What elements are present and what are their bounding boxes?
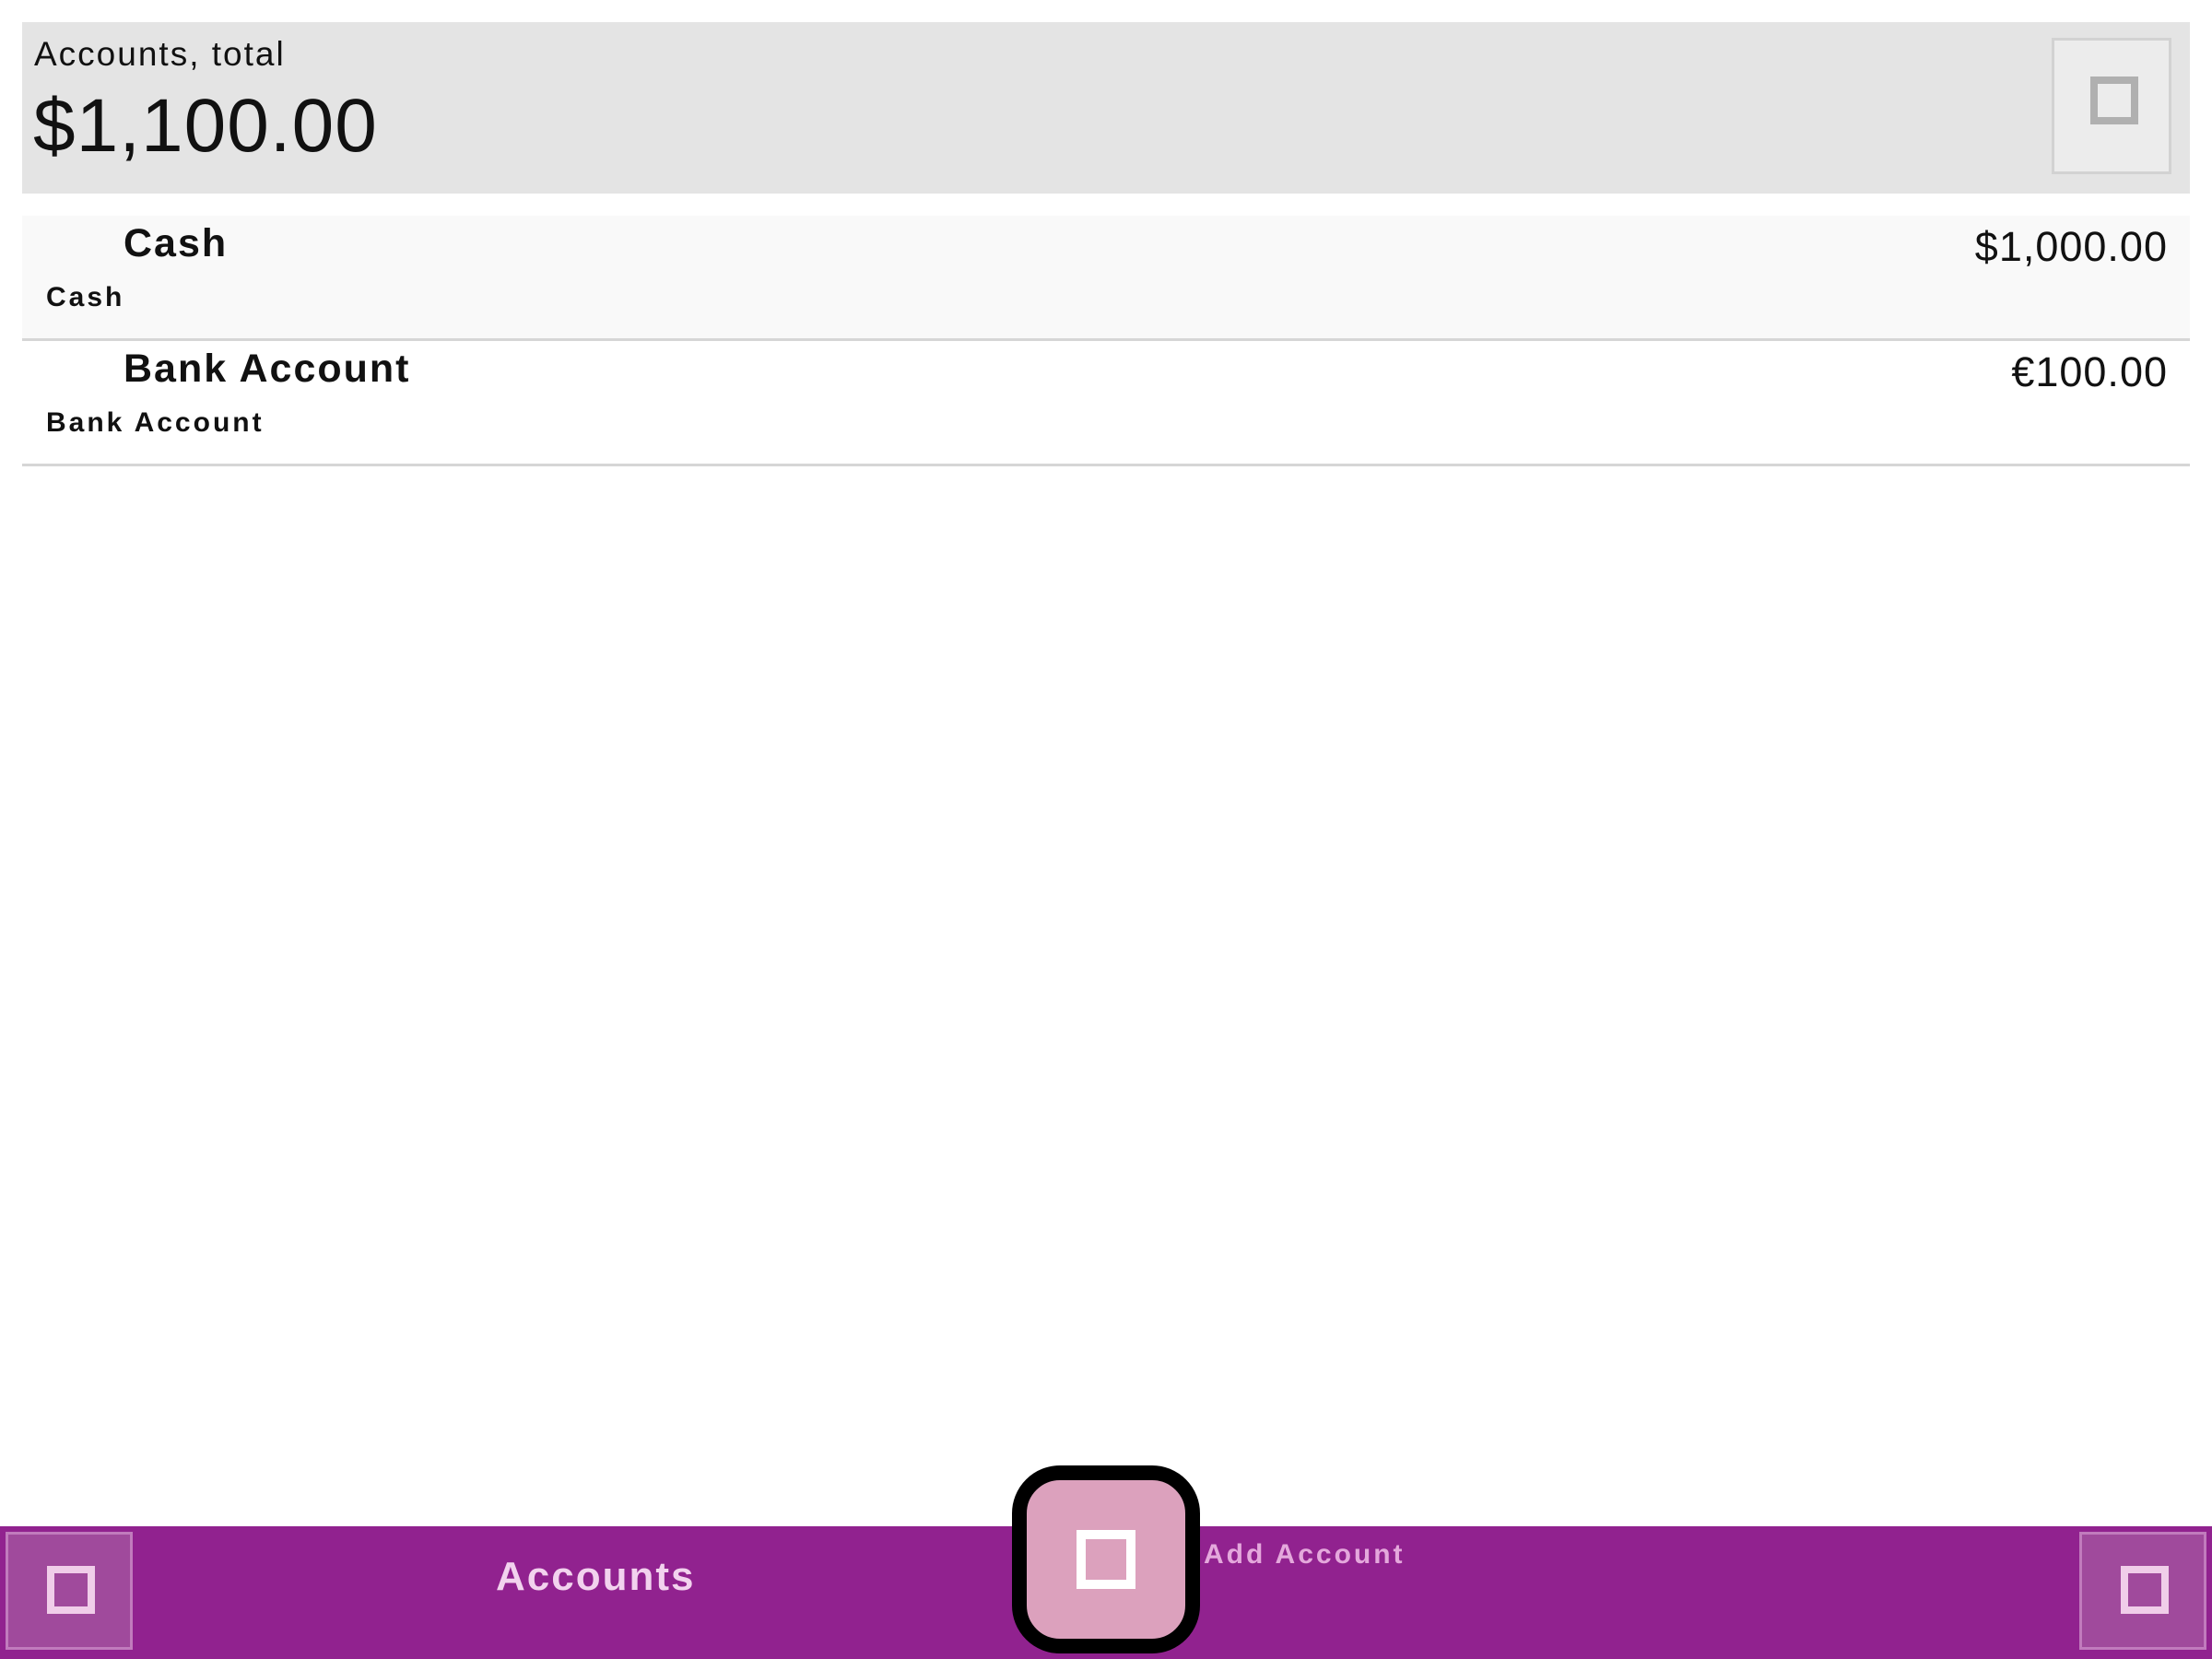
screen-title: Accounts: [496, 1554, 696, 1599]
account-name: Bank Account: [124, 347, 411, 391]
accounts-screen: Accounts, total $1,100.00 Cash Cash $1,0…: [0, 0, 2212, 1659]
account-type: Bank Account: [46, 407, 265, 438]
summary-label: Accounts, total: [34, 35, 286, 73]
account-list: Cash Cash $1,000.00 Bank Account Bank Ac…: [22, 216, 2190, 466]
add-icon: [1077, 1530, 1135, 1589]
add-account-button[interactable]: [1012, 1465, 1200, 1653]
account-type: Cash: [46, 282, 125, 312]
account-name: Cash: [124, 221, 229, 265]
summary-action-button[interactable]: [2052, 38, 2171, 174]
account-row-bank-account[interactable]: Bank Account Bank Account €100.00: [22, 341, 2190, 466]
account-balance: €100.00: [2011, 348, 2168, 395]
options-icon: [2121, 1566, 2169, 1614]
add-account-label[interactable]: Add Account: [1204, 1539, 1406, 1571]
options-button[interactable]: [2079, 1532, 2206, 1650]
menu-button[interactable]: [6, 1532, 133, 1650]
account-row-cash[interactable]: Cash Cash $1,000.00: [22, 216, 2190, 341]
account-balance: $1,000.00: [1974, 223, 2168, 270]
square-icon: [2090, 76, 2138, 124]
summary-total-amount: $1,100.00: [33, 84, 378, 168]
accounts-summary-card: Accounts, total $1,100.00: [22, 22, 2190, 194]
menu-icon: [47, 1566, 95, 1614]
